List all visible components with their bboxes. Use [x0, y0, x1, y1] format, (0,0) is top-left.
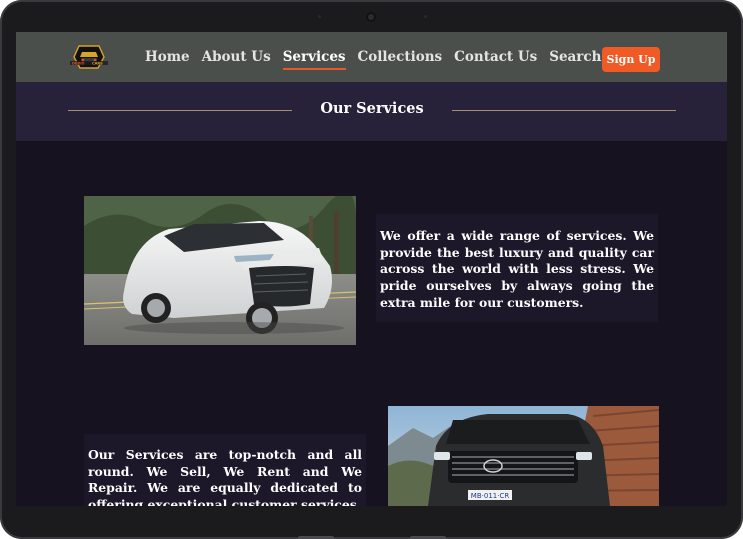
- nav-search[interactable]: Search: [549, 49, 601, 65]
- navbar: DEXIO CARS Home About Us Services Collec…: [16, 32, 727, 82]
- svg-text:DEXIO: DEXIO: [72, 62, 85, 66]
- service-description-2: Our Services are top-notch and all round…: [84, 434, 366, 506]
- nav-about-us[interactable]: About Us: [202, 49, 271, 65]
- header-divider-right: [452, 110, 676, 111]
- section-title: Our Services: [320, 100, 424, 117]
- nav-contact-us[interactable]: Contact Us: [454, 49, 537, 65]
- nav-collections[interactable]: Collections: [358, 49, 443, 65]
- brand-logo[interactable]: DEXIO CARS: [70, 43, 108, 71]
- nav-links: Home About Us Services Collections Conta…: [145, 32, 622, 82]
- svg-text:CARS: CARS: [92, 62, 103, 66]
- front-camera: [366, 12, 376, 22]
- section-header: Our Services: [16, 82, 727, 141]
- service-description-1: We offer a wide range of services. We pr…: [376, 214, 658, 322]
- license-plate-text: MB·011·CR: [471, 492, 510, 500]
- service-image-land-cruiser: MB·011·CR: [388, 406, 659, 506]
- sensor-dot: [424, 15, 427, 18]
- service-image-lexus: [84, 196, 356, 345]
- sign-up-button[interactable]: Sign Up: [602, 47, 660, 72]
- nav-services[interactable]: Services: [282, 49, 346, 70]
- header-divider-left: [68, 110, 292, 111]
- sensor-dot: [318, 15, 321, 18]
- nav-home[interactable]: Home: [145, 49, 190, 65]
- screen: DEXIO CARS Home About Us Services Collec…: [16, 32, 727, 506]
- tablet-frame: DEXIO CARS Home About Us Services Collec…: [0, 0, 743, 539]
